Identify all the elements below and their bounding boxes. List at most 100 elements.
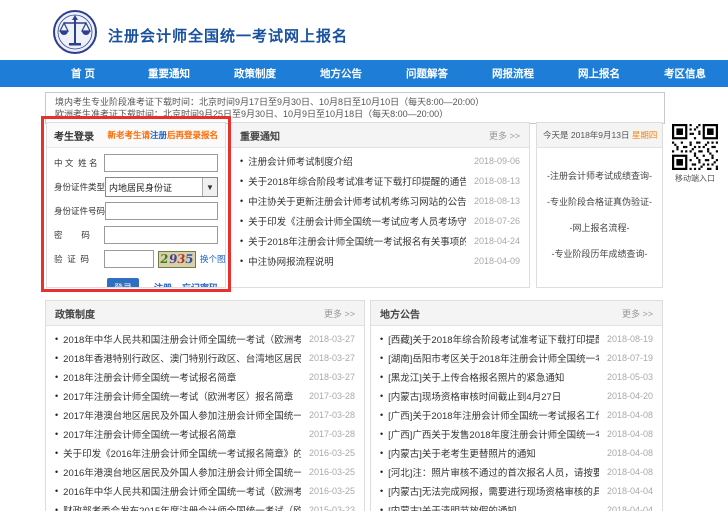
announcement-link[interactable]: 关于2018年注册会计师全国统一考试报名有关事项的提示 [248,234,466,248]
announcement-link[interactable]: 2018年香港特别行政区、澳门特别行政区、台湾地区居民及... [63,351,301,365]
quick-links: -注册会计师考试成绩查询- -专业阶段合格证真伪验证- -网上报名流程- -专业阶段历… [537,148,662,273]
announcement-link[interactable]: 2017年注册会计师全国统一考试报名简章 [63,427,301,441]
id-type-select[interactable]: 内地居民身份证 ▼ [105,177,218,197]
announcement-date: 2018-04-04 [607,486,653,496]
password-row: 密 码 [54,226,218,244]
list-item: •[广西]广西关于发售2018年度注册会计师全国统一考试辅...2018-04-… [380,424,653,443]
policies-panel: 政策制度 更多 >> • 2018年中华人民共和国注册会计师全国统一考试（欧洲考区… [45,300,365,511]
quick-link-3[interactable]: -网上报名流程- [570,221,630,234]
id-type-label: 身份证件类型 [54,181,105,193]
main-nav: 首 页重要通知政策制度地方公告问题解答网报流程网上报名考区信息 [0,60,728,87]
captcha-input[interactable] [104,250,154,268]
register-inline-link[interactable]: 注册 [150,130,167,140]
nav-item-home[interactable]: 首 页 [40,66,126,81]
register-link[interactable]: 注册 [154,281,172,289]
announcement-link[interactable]: 关于印发《2016年注册会计师全国统一考试报名简章》的通... [63,446,301,460]
bullet-icon: • [55,467,58,477]
announcement-link[interactable]: [黑龙江]关于上传合格报名照片的紧急通知 [388,370,599,384]
bullet-icon: • [55,410,58,420]
announcement-date: 2018-09-06 [474,156,520,166]
login-panel: 考生登录 新老考生请注册后再登录报名 中 文 姓 名 身份证件类型 内地居民身份… [46,122,226,288]
login-panel-header: 考生登录 新老考生请注册后再登录报名 [47,123,225,148]
announcement-link[interactable]: 关于印发《注册会计师全国统一考试应考人员考场守则》的通知 [248,214,466,228]
announcement-link[interactable]: 2016年港澳台地区居民及外国人参加注册会计师全国统一考... [63,465,301,479]
bullet-icon: • [55,505,58,511]
list-item: •[湖南]岳阳市考区关于2018年注册会计师全国统一考试专...2018-07-… [380,348,653,367]
announcement-link[interactable]: 2018年中华人民共和国注册会计师全国统一考试（欧洲考区... [63,332,301,346]
name-input[interactable] [104,154,218,172]
list-item: •2017年注册会计师全国统一考试报名简章2017-03-28 [55,424,355,443]
local-announcements-panel: 地方公告 更多 >> • [西藏]关于2018年综合阶段考试准考证下载打印提醒的通… [370,300,663,511]
name-label: 中 文 姓 名 [54,157,104,169]
list-item: •2018年注册会计师全国统一考试报名简章2018-03-27 [55,367,355,386]
forgot-password-link[interactable]: 忘记密码 [182,281,218,289]
announcement-date: 2018-07-19 [607,353,653,363]
bullet-icon: • [240,256,243,266]
id-number-input[interactable] [105,202,218,220]
announcement-link[interactable]: [西藏]关于2018年综合阶段考试准考证下载打印提醒的通... [388,332,599,346]
quick-link-1[interactable]: -注册会计师考试成绩查询- [547,169,652,182]
announcement-link[interactable]: [广西]关于2018年注册会计师全国统一考试报名工作有关... [388,408,599,422]
announcement-date: 2018-04-08 [607,467,653,477]
announcement-link[interactable]: 中注协网报流程说明 [248,254,466,268]
announcement-date: 2018-08-19 [607,334,653,344]
list-item: • 注册会计师考试制度介绍 2018-09-06 [240,151,520,171]
list-item: •2018年中华人民共和国注册会计师全国统一考试（欧洲考区...2018-03-… [55,329,355,348]
list-item: •2016年中华人民共和国注册会计师全国统一考试（欧洲考区...2016-03-… [55,481,355,500]
nav-item-important-notices[interactable]: 重要通知 [126,66,212,81]
list-item: •关于印发《2016年注册会计师全国统一考试报名简章》的通...2016-03-… [55,443,355,462]
announcement-link[interactable]: [内蒙古]现场资格审核时间截止到4月27日 [388,389,599,403]
nav-item-process[interactable]: 网报流程 [470,66,556,81]
announcement-link[interactable]: [内蒙古]关于清明节放假的通知 [388,503,599,511]
login-button[interactable]: 登录 [107,278,139,288]
captcha-image[interactable]: 2935 [158,251,196,268]
announcement-link[interactable]: 2017年注册会计师全国统一考试（欧洲考区）报名简章 [63,389,301,403]
page: 注册会计师全国统一考试网上报名 首 页重要通知政策制度地方公告问题解答网报流程网… [0,0,728,511]
quick-link-4[interactable]: -专业阶段历年成绩查询- [552,247,648,260]
announcement-date: 2018-04-24 [474,236,520,246]
chevron-down-icon[interactable]: ▼ [202,178,217,196]
list-item: •[内蒙古]关于清明节放假的通知2018-04-04 [380,500,653,511]
announcement-link[interactable]: [内蒙古]关于老考生更替照片的通知 [388,446,599,460]
captcha-refresh-link[interactable]: 换个图片 [200,253,226,265]
bullet-icon: • [55,334,58,344]
policies-more-link[interactable]: 更多 >> [324,307,355,320]
bullet-icon: • [380,448,383,458]
policies-header: 政策制度 更多 >> [46,301,364,326]
announcement-link[interactable]: 关于2018年综合阶段考试准考证下载打印提醒的通告 [248,174,466,188]
nav-item-faq[interactable]: 问题解答 [384,66,470,81]
announcement-link[interactable]: [内蒙古]无法完成网报，需要进行现场资格审核的具体通知 [388,484,599,498]
local-announcements-list: • [西藏]关于2018年综合阶段考试准考证下载打印提醒的通... 2018-08-… [371,329,662,511]
announcement-link[interactable]: 财政部考委会发布2015年度注册会计师全国统一考试（欧洲... [63,503,301,511]
today-prefix: 今天是 [543,130,569,140]
important-notices-more-link[interactable]: 更多 >> [489,129,520,142]
nav-item-policies[interactable]: 政策制度 [212,66,298,81]
today-date: 2018年9月13日 [571,130,630,140]
announcement-link[interactable]: [湖南]岳阳市考区关于2018年注册会计师全国统一考试专... [388,351,599,365]
id-type-selected-value: 内地居民身份证 [106,181,202,194]
password-input[interactable] [104,226,218,244]
announcement-link[interactable]: 2016年中华人民共和国注册会计师全国统一考试（欧洲考区... [63,484,301,498]
nav-item-exam-districts[interactable]: 考区信息 [642,66,728,81]
bullet-icon: • [240,176,243,186]
quick-link-2[interactable]: -专业阶段合格证真伪验证- [547,195,652,208]
nav-item-online-signup[interactable]: 网上报名 [556,66,642,81]
announcement-date: 2018-07-26 [474,216,520,226]
qr-code-icon [672,124,718,170]
local-announcements-more-link[interactable]: 更多 >> [622,307,653,320]
announcement-link[interactable]: [河北]注：照片审核不通过的首次报名人员，请按要求重新上... [388,465,599,479]
announcement-link[interactable]: 2018年注册会计师全国统一考试报名简章 [63,370,301,384]
announcement-link[interactable]: [广西]广西关于发售2018年度注册会计师全国统一考试辅... [388,427,599,441]
nav-item-local-announcements[interactable]: 地方公告 [298,66,384,81]
list-item: •[内蒙古]现场资格审核时间截止到4月27日2018-04-20 [380,386,653,405]
important-notices-panel: 重要通知 更多 >> •注册会计师考试制度介绍2018-09-06•关于2018… [230,122,530,288]
id-number-label: 身份证件号码 [54,205,105,217]
list-item: •[西藏]关于2018年综合阶段考试准考证下载打印提醒的通...2018-08-… [380,329,653,348]
local-announcements-header: 地方公告 更多 >> [371,301,662,326]
bullet-icon: • [240,156,243,166]
list-item: •关于印发《注册会计师全国统一考试应考人员考场守则》的通知2018-07-26 [240,211,520,231]
announcement-link[interactable]: 注册会计师考试制度介绍 [248,154,466,168]
announcement-link[interactable]: 中注协关于更新注册会计师考试机考练习网站的公告 [248,194,466,208]
announcement-date: 2017-03-28 [309,429,355,439]
announcement-link[interactable]: 2017年港澳台地区居民及外国人参加注册会计师全国统一考... [63,408,301,422]
